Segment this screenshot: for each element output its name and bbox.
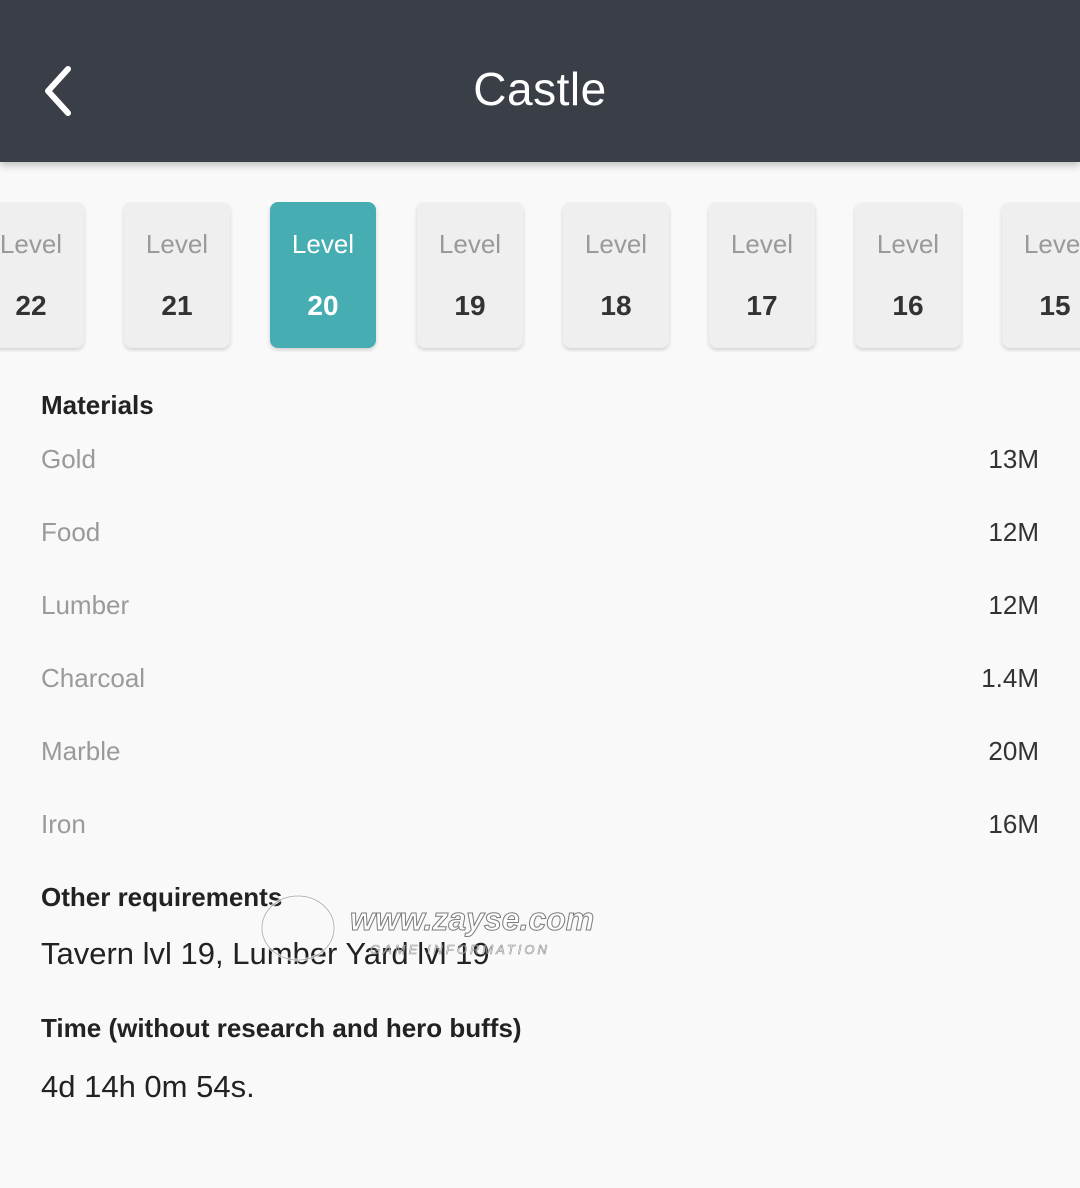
material-value: 16M bbox=[988, 809, 1039, 839]
other-requirements-heading: Other requirements bbox=[41, 882, 283, 912]
level-tab-number: 22 bbox=[15, 290, 47, 321]
other-requirements-text: Tavern lvl 19, Lumber Yard lvl 19 bbox=[41, 936, 490, 971]
material-row-marble: Marble 20M bbox=[41, 736, 1039, 776]
level-tab-label: Level bbox=[1023, 229, 1080, 259]
material-name: Iron bbox=[41, 809, 86, 839]
level-tab-label: Level bbox=[438, 229, 502, 259]
material-row-iron: Iron 16M bbox=[41, 809, 1039, 849]
level-tab-20[interactable]: Level 20 bbox=[270, 202, 376, 348]
level-tab-number: 21 bbox=[161, 290, 193, 321]
material-value: 13M bbox=[988, 444, 1039, 474]
level-tab-label: Level bbox=[584, 229, 648, 259]
material-value: 20M bbox=[988, 736, 1039, 766]
level-tab-number: 16 bbox=[892, 290, 924, 321]
material-row-lumber: Lumber 12M bbox=[41, 590, 1039, 630]
material-row-charcoal: Charcoal 1.4M bbox=[41, 663, 1039, 703]
level-tab-label: Level bbox=[145, 229, 209, 259]
level-tab-18[interactable]: Level 18 bbox=[563, 202, 669, 348]
materials-heading: Materials bbox=[41, 390, 154, 420]
time-value: 4d 14h 0m 54s. bbox=[41, 1069, 255, 1104]
level-selector[interactable]: Level 22 Level 21 Level 20 Level 19 Leve… bbox=[0, 202, 1080, 352]
watermark-site: www.zayse.com bbox=[350, 901, 594, 937]
level-tab-number: 17 bbox=[746, 290, 778, 321]
level-tab-16[interactable]: Level 16 bbox=[855, 202, 961, 348]
material-name: Lumber bbox=[41, 590, 130, 620]
app-header: Castle bbox=[0, 0, 1080, 162]
level-tab-label: Level bbox=[291, 229, 355, 259]
material-name: Gold bbox=[41, 444, 96, 474]
level-tab-number: 19 bbox=[454, 290, 486, 321]
level-tab-label: Level bbox=[0, 229, 63, 259]
material-name: Charcoal bbox=[41, 663, 146, 693]
material-row-gold: Gold 13M bbox=[41, 444, 1039, 484]
level-tab-number: 20 bbox=[307, 290, 339, 321]
material-name: Food bbox=[41, 517, 101, 547]
material-value: 12M bbox=[988, 590, 1039, 620]
level-tab-label: Level bbox=[730, 229, 794, 259]
time-heading: Time (without research and hero buffs) bbox=[41, 1013, 522, 1043]
material-value: 12M bbox=[988, 517, 1039, 547]
level-tab-number: 15 bbox=[1039, 290, 1071, 321]
level-tab-label: Level bbox=[876, 229, 940, 259]
level-tab-21[interactable]: Level 21 bbox=[124, 202, 230, 348]
level-tab-19[interactable]: Level 19 bbox=[417, 202, 523, 348]
material-name: Marble bbox=[41, 736, 121, 766]
level-tab-number: 18 bbox=[600, 290, 632, 321]
material-row-food: Food 12M bbox=[41, 517, 1039, 557]
level-tab-22[interactable]: Level 22 bbox=[0, 202, 84, 348]
level-tab-17[interactable]: Level 17 bbox=[709, 202, 815, 348]
material-value: 1.4M bbox=[981, 663, 1039, 693]
page-title: Castle bbox=[473, 63, 607, 115]
level-tab-15[interactable]: Level 15 bbox=[1002, 202, 1080, 348]
